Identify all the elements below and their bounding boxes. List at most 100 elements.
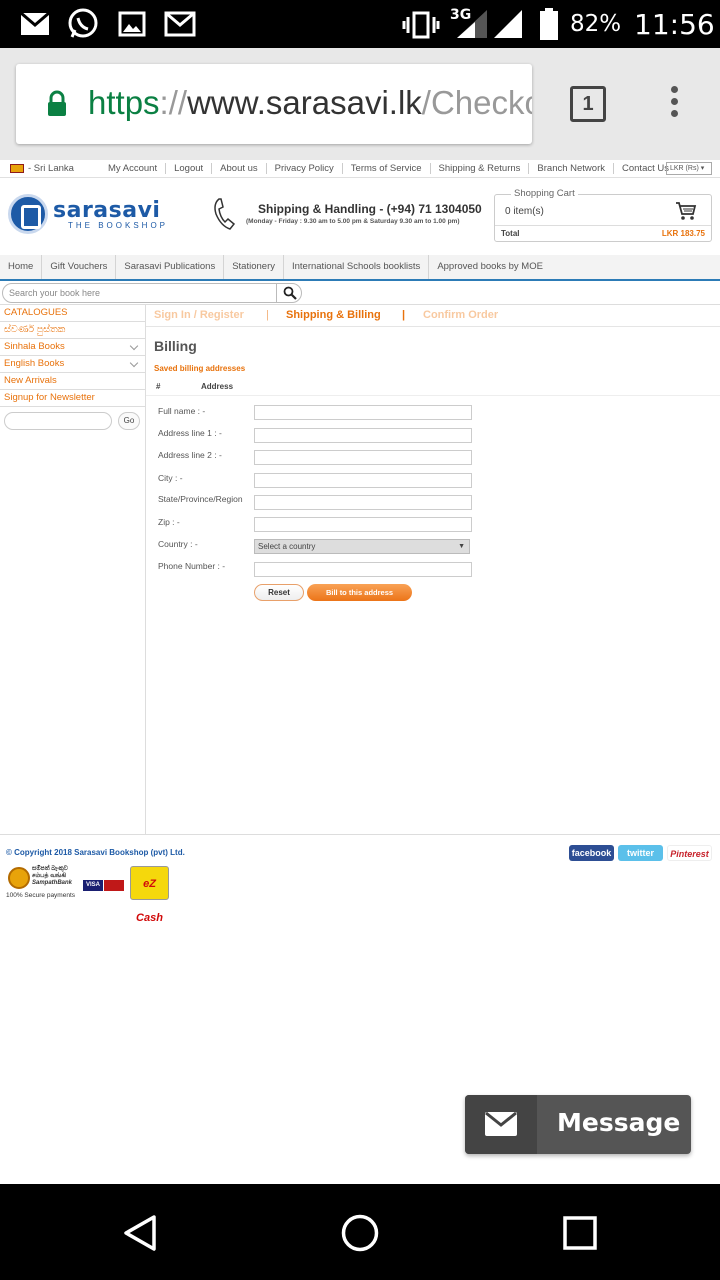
nav-approved-books-moe[interactable]: Approved books by MOE (429, 255, 551, 279)
chevron-down-icon[interactable] (129, 358, 139, 368)
nav-home[interactable]: Home (0, 255, 43, 279)
sidebar-item-newsletter[interactable]: Signup for Newsletter (0, 390, 145, 407)
address-line2-label: Address line 2 : - (158, 450, 222, 460)
book-search-input[interactable]: Search your book here (2, 283, 302, 303)
full-name-label: Full name : - (158, 406, 206, 416)
step-sign-in[interactable]: Sign In / Register (154, 309, 244, 321)
state-field[interactable] (254, 495, 472, 510)
sidebar-item-label: CATALOGUES (4, 307, 68, 318)
home-icon[interactable] (340, 1213, 380, 1253)
saved-addresses-header: # Address (146, 380, 720, 396)
address-line1-field[interactable] (254, 428, 472, 443)
address-bar[interactable]: https://www.sarasavi.lk/Checkout (16, 64, 532, 144)
gmail-icon (164, 11, 196, 37)
search-bar-row: Search your book here (0, 281, 720, 305)
phone-number-field[interactable] (254, 562, 472, 577)
zip-field[interactable] (254, 517, 472, 532)
cart-title: Shopping Cart (511, 188, 578, 199)
url-separator: :// (159, 84, 188, 121)
zip-label: Zip : - (158, 517, 180, 527)
twitter-icon[interactable]: twitter (618, 845, 663, 861)
category-sidebar: CATALOGUES ස්වර්ණ පුස්තක Sinhala Books E… (0, 305, 146, 835)
sidebar-item-catalogues[interactable]: CATALOGUES (0, 305, 145, 322)
bank-name: සම්පත් බැංකුව சம்பத் வங்கி SampathBank (32, 866, 72, 887)
envelope-icon (485, 1112, 517, 1136)
overflow-menu-icon[interactable] (664, 86, 684, 124)
cart-item-count: 0 item(s) (505, 206, 544, 217)
bank-name-tamil: சம்பத் வங்கி (32, 873, 67, 879)
logo-name[interactable]: sarasavi (53, 198, 160, 223)
signal-icon (494, 10, 522, 38)
nav-sarasavi-publications[interactable]: Sarasavi Publications (116, 255, 225, 279)
sidebar-item-label: English Books (4, 358, 65, 369)
sidebar-item-english-books[interactable]: English Books (0, 356, 145, 373)
reset-button[interactable]: Reset (254, 584, 304, 601)
city-label: City : - (158, 473, 183, 483)
link-privacy-policy[interactable]: Privacy Policy (267, 163, 343, 174)
nav-gift-vouchers[interactable]: Gift Vouchers (42, 255, 117, 279)
top-links: My Account Logout About us Privacy Polic… (100, 163, 677, 174)
cart-total-row: Total LKR 183.75 (495, 225, 711, 241)
bank-name-english: SampathBank (32, 880, 73, 886)
site-footer: © Copyright 2018 Sarasavi Bookshop (pvt)… (0, 834, 720, 924)
shipping-hours: (Monday - Friday : 9.30 am to 5.00 pm & … (246, 218, 460, 225)
city-field[interactable] (254, 473, 472, 488)
address-line2-field[interactable] (254, 450, 472, 465)
facebook-icon[interactable]: facebook (569, 845, 614, 861)
secure-payments-text: 100% Secure payments (6, 892, 76, 899)
sarasavi-logo-icon[interactable] (8, 194, 48, 234)
sampath-bank-logo-icon (8, 867, 30, 889)
sidebar-item-label: New Arrivals (4, 375, 57, 386)
link-logout[interactable]: Logout (166, 163, 213, 174)
bill-to-address-button[interactable]: Bill to this address (307, 584, 412, 601)
site-header: sarasavi THE BOOKSHOP Shipping & Handlin… (0, 178, 720, 248)
link-branch-network[interactable]: Branch Network (529, 163, 614, 174)
link-shipping-returns[interactable]: Shipping & Returns (431, 163, 530, 174)
tab-switcher-button[interactable]: 1 (570, 86, 606, 122)
search-button[interactable] (276, 283, 302, 303)
pinterest-icon[interactable]: Pinterest (667, 845, 712, 861)
message-chat-button[interactable]: Message (465, 1095, 691, 1154)
newsletter-form: Go (0, 407, 145, 430)
search-icon (283, 286, 297, 300)
sidebar-item-sinhala-books[interactable]: Sinhala Books (0, 339, 145, 356)
gallery-icon (118, 11, 146, 37)
nav-international-schools[interactable]: International Schools booklists (284, 255, 430, 279)
sidebar-item-label: Sinhala Books (4, 341, 65, 352)
recent-apps-icon[interactable] (562, 1215, 598, 1251)
country-label: Country : - (158, 539, 198, 549)
link-terms-of-service[interactable]: Terms of Service (343, 163, 431, 174)
url-text[interactable]: https://www.sarasavi.lk/Checkout (88, 84, 532, 122)
back-icon[interactable] (122, 1214, 158, 1252)
sidebar-item-swarna-pusthaka[interactable]: ස්වර්ණ පුස්තක (0, 322, 145, 339)
cart-total-value: LKR 183.75 (661, 229, 705, 238)
step-shipping-billing[interactable]: Shipping & Billing (286, 309, 381, 321)
clock: 11:56 (634, 8, 715, 41)
dropdown-arrow-icon: ▼ (458, 543, 465, 550)
country-select[interactable]: Select a country ▼ (254, 539, 470, 554)
newsletter-email-input[interactable] (4, 412, 112, 430)
full-name-field[interactable] (254, 405, 472, 420)
link-my-account[interactable]: My Account (100, 163, 167, 174)
chevron-down-icon[interactable] (129, 341, 139, 351)
cart-icon[interactable] (675, 201, 697, 221)
sidebar-item-new-arrivals[interactable]: New Arrivals (0, 373, 145, 390)
sidebar-item-label: Signup for Newsletter (4, 392, 95, 403)
url-path: /Checkout (421, 84, 532, 121)
vibrate-icon (402, 11, 440, 39)
column-address: Address (201, 382, 234, 391)
shopping-cart-box[interactable]: Shopping Cart 0 item(s) Total LKR 183.75 (494, 188, 712, 242)
newsletter-go-button[interactable]: Go (118, 412, 140, 430)
logo-tagline: THE BOOKSHOP (68, 221, 169, 230)
currency-select[interactable]: LKR (Rs) ▾ (666, 162, 712, 175)
status-bar: 3G 82% 11:56 (0, 0, 720, 48)
address-line1-label: Address line 1 : - (158, 428, 222, 438)
browser-toolbar: https://www.sarasavi.lk/Checkout 1 (0, 48, 720, 160)
checkout-steps: Sign In / Register | Shipping & Billing … (146, 305, 720, 327)
whatsapp-icon (68, 8, 98, 38)
link-about-us[interactable]: About us (212, 163, 267, 174)
nav-stationery[interactable]: Stationery (224, 255, 284, 279)
battery-percent: 82% (570, 11, 622, 37)
email-notification-icon (20, 12, 50, 35)
step-confirm-order[interactable]: Confirm Order (423, 309, 498, 321)
